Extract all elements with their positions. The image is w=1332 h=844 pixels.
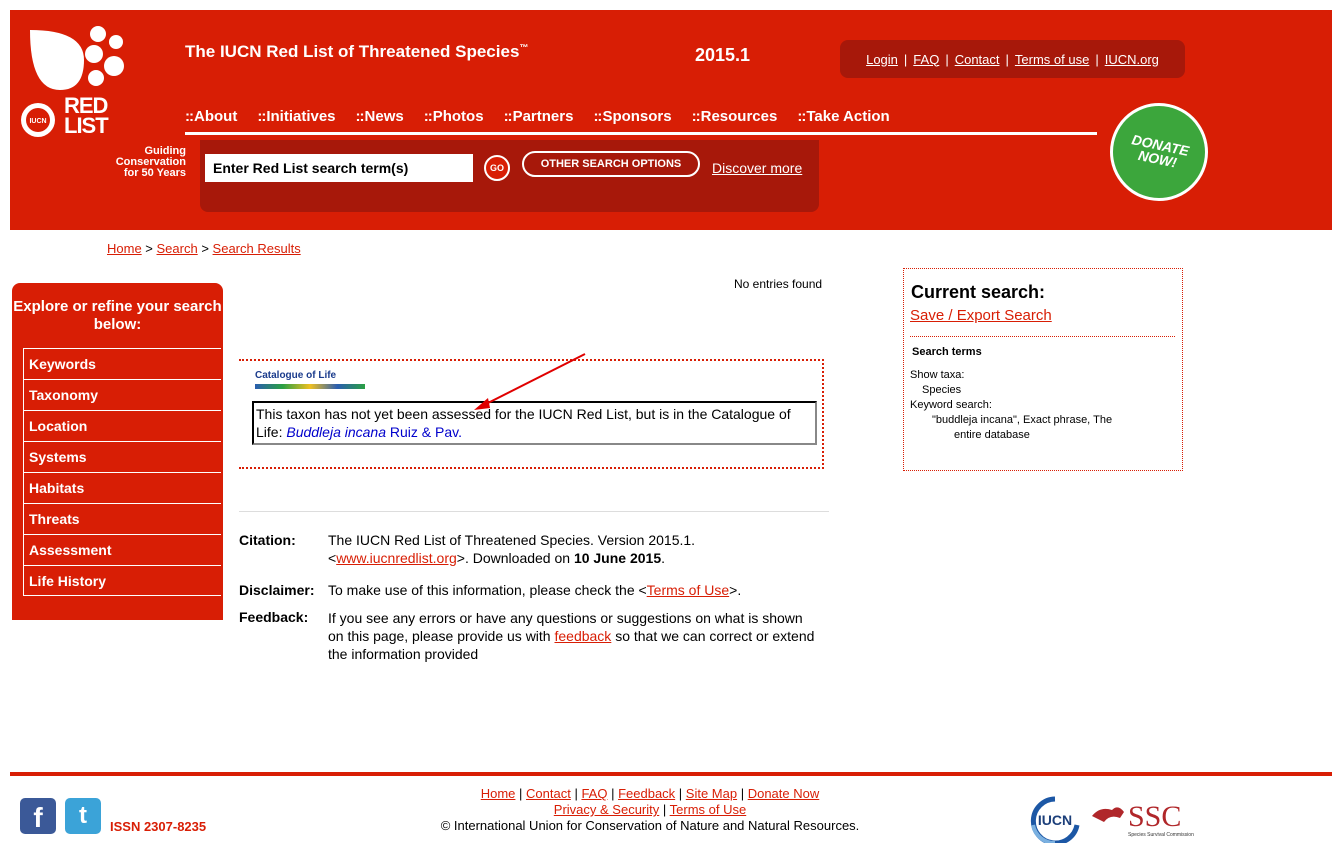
keyword-search-label: Keyword search: xyxy=(910,399,992,411)
footer-home-link[interactable]: Home xyxy=(481,786,516,801)
red-arrow-annotation xyxy=(474,353,586,410)
nav-underline xyxy=(185,132,1097,135)
footer-donate-now-link[interactable]: Donate Now xyxy=(748,786,820,801)
footer-feedback-link[interactable]: Feedback xyxy=(618,786,675,801)
footer-divider xyxy=(10,772,1332,776)
logo-tagline: Guiding Conservation for 50 Years xyxy=(66,146,186,179)
feedback-label: Feedback: xyxy=(239,609,309,625)
twitter-icon[interactable]: t xyxy=(65,798,101,834)
nav-news[interactable]: ::News xyxy=(356,108,404,125)
search-input[interactable] xyxy=(205,154,473,182)
version-label: 2015.1 xyxy=(695,45,751,65)
other-search-options-button[interactable]: OTHER SEARCH OPTIONS xyxy=(522,151,700,177)
nav-photos[interactable]: ::Photos xyxy=(424,108,484,125)
disclaimer-terms-link[interactable]: Terms of Use xyxy=(647,582,729,598)
catalogue-logo-bar xyxy=(255,383,365,389)
keyword-search-value: "buddleja incana", Exact phrase, The xyxy=(932,414,1113,426)
site-title: The IUCN Red List of Threatened Species™ xyxy=(185,42,529,61)
current-search-divider xyxy=(910,336,1175,338)
copyright-text: © International Union for Conservation o… xyxy=(440,818,860,833)
species-link[interactable]: Buddleja incana Ruiz & Pav. xyxy=(286,424,462,440)
sidebar-menu: Keywords Taxonomy Location Systems Habit… xyxy=(23,348,221,596)
iucn-logo-icon[interactable]: IUCN xyxy=(1025,795,1085,843)
save-export-search-link[interactable]: Save / Export Search xyxy=(910,307,1052,324)
sidebar-item-taxonomy[interactable]: Taxonomy xyxy=(23,379,221,410)
search-terms-body: Show taxa: Species Keyword search: "budd… xyxy=(910,368,1112,443)
feedback-text: If you see any errors or have any questi… xyxy=(328,610,815,662)
footer-privacy-link[interactable]: Privacy & Security xyxy=(554,802,659,817)
ssc-logo-text: SSC xyxy=(1128,800,1181,833)
contact-link[interactable]: Contact xyxy=(955,52,1000,67)
nav-partners[interactable]: ::Partners xyxy=(504,108,574,125)
faq-link[interactable]: FAQ xyxy=(913,52,939,67)
go-button[interactable]: GO xyxy=(484,155,510,181)
catalogue-of-life-logo: Catalogue of Life xyxy=(255,370,365,392)
sidebar-item-keywords[interactable]: Keywords xyxy=(23,348,221,379)
nav-initiatives[interactable]: ::Initiatives xyxy=(257,108,335,125)
login-link[interactable]: Login xyxy=(866,52,898,67)
nav-sponsors[interactable]: ::Sponsors xyxy=(593,108,671,125)
trademark-mark: ™ xyxy=(519,42,529,53)
breadcrumb-search-results[interactable]: Search Results xyxy=(213,241,301,256)
nav-resources[interactable]: ::Resources xyxy=(692,108,778,125)
sidebar-item-life-history[interactable]: Life History xyxy=(23,565,221,596)
iucn-org-link[interactable]: IUCN.org xyxy=(1105,52,1159,67)
citation-label: Citation: xyxy=(239,532,296,548)
citation-text: The IUCN Red List of Threatened Species.… xyxy=(328,532,696,566)
iucn-circle-text: IUCN xyxy=(29,118,46,125)
sidebar-item-habitats[interactable]: Habitats xyxy=(23,472,221,503)
sidebar-item-threats[interactable]: Threats xyxy=(23,503,221,534)
show-taxa-value: Species xyxy=(922,384,962,396)
footer-contact-link[interactable]: Contact xyxy=(526,786,571,801)
footer-links: Home | Contact | FAQ | Feedback | Site M… xyxy=(300,786,1000,834)
show-taxa-label: Show taxa: xyxy=(910,369,965,381)
disclaimer-text: To make use of this information, please … xyxy=(328,582,742,598)
tagline-line: for 50 Years xyxy=(123,167,186,179)
issn-label: ISSN 2307-8235 xyxy=(110,819,207,834)
feedback-link[interactable]: feedback xyxy=(554,628,611,644)
footer-site-map-link[interactable]: Site Map xyxy=(686,786,737,801)
disclaimer-label: Disclaimer: xyxy=(239,582,315,598)
breadcrumb-search[interactable]: Search xyxy=(157,241,198,256)
footer-faq-link[interactable]: FAQ xyxy=(581,786,607,801)
main-nav: ::About ::Initiatives ::News ::Photos ::… xyxy=(185,108,890,125)
no-entries-message: No entries found xyxy=(734,277,823,291)
red-list-logo-icon[interactable] xyxy=(20,20,130,92)
search-terms-heading: Search terms xyxy=(912,346,982,358)
footer-terms-link[interactable]: Terms of Use xyxy=(670,802,747,817)
breadcrumb-home[interactable]: Home xyxy=(107,241,142,256)
keyword-search-value: entire database xyxy=(954,429,1030,441)
sidebar-item-assessment[interactable]: Assessment xyxy=(23,534,221,565)
divider xyxy=(239,511,829,512)
facebook-icon[interactable]: f xyxy=(20,798,56,834)
iucnredlist-link[interactable]: www.iucnredlist.org xyxy=(336,550,457,566)
top-links: Login | FAQ | Contact | Terms of use | IUCN.… xyxy=(840,40,1185,78)
sidebar-item-systems[interactable]: Systems xyxy=(23,441,221,472)
ssc-logo-icon[interactable]: SSC Species Survival Commission xyxy=(1090,794,1200,842)
ssc-logo-subtext: Species Survival Commission xyxy=(1128,832,1194,838)
breadcrumb: Home > Search > Search Results xyxy=(107,241,301,256)
sidebar-item-location[interactable]: Location xyxy=(23,410,221,441)
logo-list-text: LIST xyxy=(64,113,109,138)
iucn-circle-icon: IUCN xyxy=(21,103,55,137)
discover-more-link[interactable]: Discover more xyxy=(712,160,802,176)
iucn-logo-text: IUCN xyxy=(1038,812,1072,828)
sidebar-title: Explore or refine your search below: xyxy=(13,298,222,333)
nav-take-action[interactable]: ::Take Action xyxy=(797,108,889,125)
terms-of-use-link[interactable]: Terms of use xyxy=(1015,52,1089,67)
red-list-wordmark: IUCN RED LIST xyxy=(20,95,140,144)
current-search-title: Current search: xyxy=(911,282,1046,302)
nav-about[interactable]: ::About xyxy=(185,108,237,125)
